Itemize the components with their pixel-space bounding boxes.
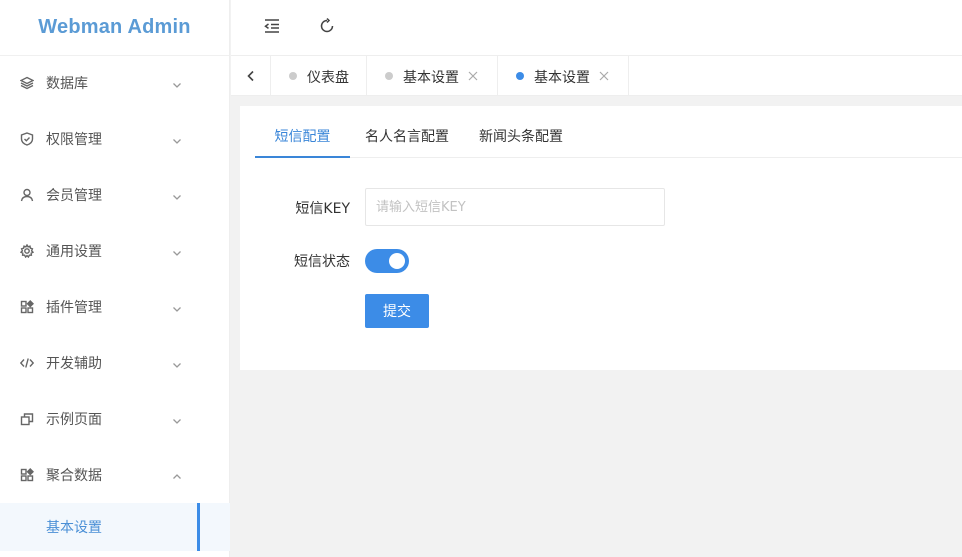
chevron-down-icon bbox=[172, 78, 182, 88]
chevron-up-icon bbox=[172, 470, 182, 480]
sidebar-item-label: 开发辅助 bbox=[46, 356, 102, 372]
sms-key-label: 短信KEY bbox=[295, 201, 350, 217]
tab-label: 基本设置 bbox=[403, 70, 459, 86]
toggle-knob bbox=[389, 253, 405, 269]
refresh-icon[interactable] bbox=[317, 16, 337, 36]
sidebar-item-label: 权限管理 bbox=[46, 132, 102, 148]
header bbox=[231, 0, 962, 56]
apps-icon bbox=[20, 300, 34, 314]
close-icon[interactable] bbox=[598, 70, 610, 82]
tab-basic-settings[interactable]: 基本设置 bbox=[367, 56, 498, 96]
app-logo: Webman Admin bbox=[0, 0, 229, 56]
tab-status-dot bbox=[385, 72, 393, 80]
menu-collapse-icon[interactable] bbox=[262, 16, 282, 36]
chevron-down-icon bbox=[172, 246, 182, 256]
tab-basic-settings-active[interactable]: 基本设置 bbox=[498, 56, 629, 96]
apps-icon bbox=[20, 468, 34, 482]
submit-button[interactable]: 提交 bbox=[365, 294, 429, 328]
tabs-bar: 仪表盘 基本设置 基本设置 bbox=[231, 56, 962, 96]
sidebar-item-dev-tools[interactable]: 开发辅助 bbox=[0, 335, 230, 391]
sidebar-subitem-label: 基本设置 bbox=[46, 520, 102, 536]
sms-status-toggle[interactable] bbox=[365, 249, 409, 273]
content-tabs: 短信配置 名人名言配置 新闻头条配置 bbox=[255, 118, 962, 158]
sidebar-item-label: 会员管理 bbox=[46, 188, 102, 204]
layers-icon bbox=[20, 76, 34, 90]
chevron-down-icon bbox=[172, 134, 182, 144]
tab-news-config[interactable]: 新闻头条配置 bbox=[479, 118, 563, 158]
copy-icon bbox=[20, 412, 34, 426]
tab-label: 基本设置 bbox=[534, 70, 590, 86]
sidebar-item-examples[interactable]: 示例页面 bbox=[0, 391, 230, 447]
sidebar-item-plugins[interactable]: 插件管理 bbox=[0, 279, 230, 335]
sidebar: Webman Admin 数据库 权限管理 会员管理 通用设置 插件管理 开发辅… bbox=[0, 0, 230, 557]
sms-key-input[interactable] bbox=[365, 188, 665, 226]
chevron-down-icon bbox=[172, 190, 182, 200]
sidebar-item-label: 通用设置 bbox=[46, 244, 102, 260]
sidebar-item-label: 数据库 bbox=[46, 76, 88, 92]
sms-status-label: 短信状态 bbox=[294, 254, 350, 270]
code-icon bbox=[20, 356, 34, 370]
tab-status-dot bbox=[289, 72, 297, 80]
tab-dashboard[interactable]: 仪表盘 bbox=[271, 56, 367, 96]
chevron-down-icon bbox=[172, 414, 182, 424]
active-indicator bbox=[197, 503, 200, 551]
sidebar-subitem-basic-settings[interactable]: 基本设置 bbox=[0, 503, 230, 551]
sidebar-item-label: 示例页面 bbox=[46, 412, 102, 428]
sidebar-item-general-settings[interactable]: 通用设置 bbox=[0, 223, 230, 279]
sidebar-item-permissions[interactable]: 权限管理 bbox=[0, 111, 230, 167]
user-icon bbox=[20, 188, 34, 202]
chevron-down-icon bbox=[172, 302, 182, 312]
chevron-down-icon bbox=[172, 358, 182, 368]
gear-icon bbox=[20, 244, 34, 258]
tab-quotes-config[interactable]: 名人名言配置 bbox=[365, 118, 449, 158]
sidebar-item-label: 插件管理 bbox=[46, 300, 102, 316]
sidebar-item-members[interactable]: 会员管理 bbox=[0, 167, 230, 223]
tabs-scroll-left-button[interactable] bbox=[231, 56, 271, 96]
tab-label: 仪表盘 bbox=[307, 70, 349, 86]
tab-sms-config[interactable]: 短信配置 bbox=[255, 118, 350, 158]
shield-check-icon bbox=[20, 132, 34, 146]
sidebar-item-aggregate-data[interactable]: 聚合数据 bbox=[0, 447, 230, 503]
sidebar-item-database[interactable]: 数据库 bbox=[0, 55, 230, 111]
close-icon[interactable] bbox=[467, 70, 479, 82]
chevron-left-icon bbox=[246, 70, 254, 82]
settings-card: 短信配置 名人名言配置 新闻头条配置 短信KEY 短信状态 提交 bbox=[240, 106, 962, 370]
tab-status-dot bbox=[516, 72, 524, 80]
sidebar-item-label: 聚合数据 bbox=[46, 468, 102, 484]
